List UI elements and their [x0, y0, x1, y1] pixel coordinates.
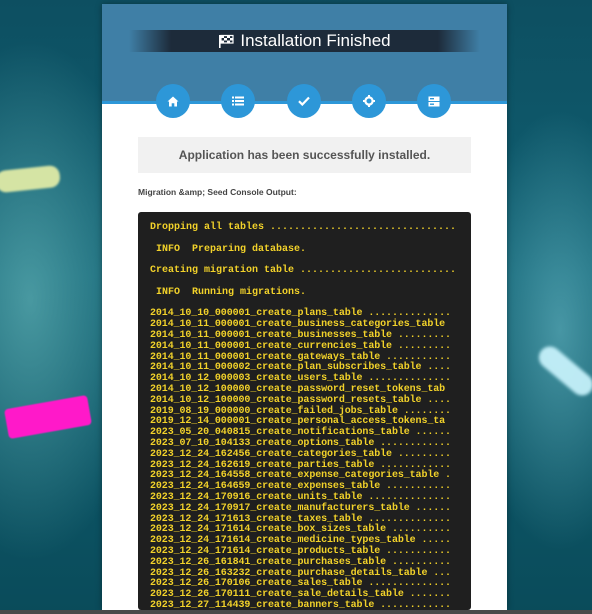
page-title: Installation Finished — [129, 30, 480, 52]
installer-card: Installation Finished Application has be… — [102, 4, 507, 610]
console-text: Dropping all tables ....................… — [150, 222, 471, 610]
taskbar-edge — [0, 610, 592, 614]
console-line: INFO Preparing database. — [150, 243, 307, 255]
step-database-button[interactable] — [417, 84, 451, 118]
console-line: Dropping all tables ....................… — [150, 222, 457, 233]
flag-checkered-icon — [218, 34, 234, 48]
server-icon — [428, 96, 440, 107]
migration-line: 2023_12_24_170917_create_manufacturers_t… — [150, 502, 451, 514]
migration-line: 2023_12_24_162456_create_categories_tabl… — [150, 448, 451, 460]
console-output[interactable]: Dropping all tables ....................… — [138, 212, 471, 610]
gear-icon — [363, 95, 375, 107]
check-icon — [298, 96, 310, 106]
step-home-button[interactable] — [156, 84, 190, 118]
home-icon — [167, 96, 179, 107]
console-line: Creating migration table ...............… — [150, 265, 457, 277]
console-output-label: Migration &amp; Seed Console Output: — [138, 187, 297, 197]
step-requirements-button[interactable] — [221, 84, 255, 118]
success-alert: Application has been successfully instal… — [138, 137, 471, 173]
list-icon — [232, 96, 244, 106]
step-environment-button[interactable] — [352, 84, 386, 118]
console-line: INFO Running migrations. — [150, 286, 307, 298]
success-message: Application has been successfully instal… — [178, 148, 431, 162]
migration-line: 2014_10_11_000001_create_currencies_tabl… — [150, 340, 451, 352]
step-permissions-button[interactable] — [287, 84, 321, 118]
page-title-text: Installation Finished — [240, 31, 391, 50]
migration-line: 2023_12_27_114439_create_banners_table .… — [150, 599, 451, 610]
migration-line: 2023_12_26_161841_create_purchases_table… — [150, 556, 451, 568]
step-navigation — [102, 84, 507, 120]
migration-line: 2014_10_12_100000_create_password_resets… — [150, 394, 451, 406]
